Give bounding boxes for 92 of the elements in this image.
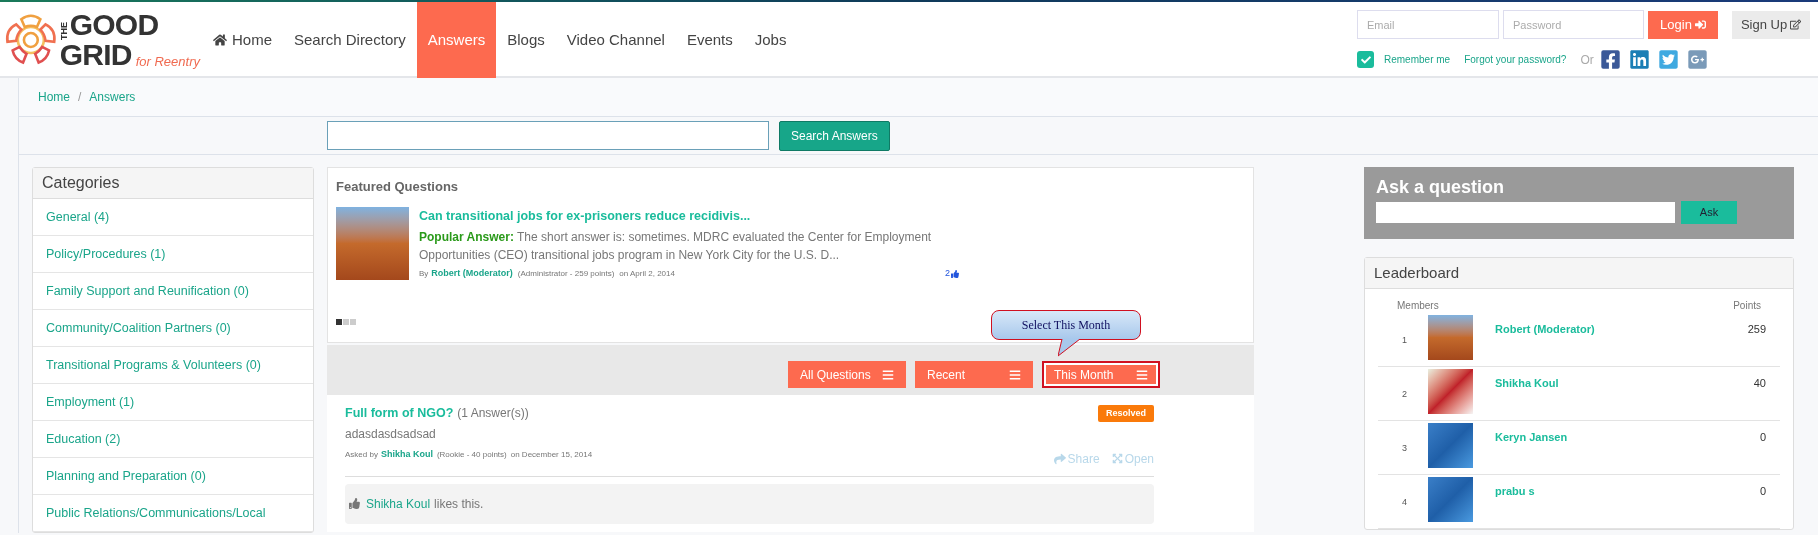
author-role: (Administrator - 259 points) [517, 268, 615, 280]
home-icon [213, 33, 227, 47]
category-link[interactable]: Planning and Preparation (0) [33, 458, 313, 495]
rank-number: 4 [1401, 495, 1408, 509]
check-icon [1360, 54, 1371, 65]
linkedin-icon[interactable] [1628, 49, 1650, 70]
status-badge: Resolved [1097, 404, 1154, 423]
nav-link[interactable]: Search Directory [283, 2, 417, 78]
email-field[interactable]: Email [1357, 10, 1499, 39]
share-icon [1053, 452, 1066, 465]
thumbs-up-icon [951, 270, 959, 278]
nav-link[interactable]: Blogs [496, 2, 556, 78]
members-header: Members [1397, 299, 1439, 313]
nav-link[interactable]: Video Channel [555, 2, 676, 78]
breadcrumb-separator: / [78, 89, 82, 106]
category-link[interactable]: Community/Coalition Partners (0) [33, 310, 313, 347]
author-link[interactable]: Shikha Koul [380, 448, 433, 462]
menu-icon [1136, 368, 1148, 381]
member-points: 0 [1759, 484, 1766, 499]
rank-number: 1 [1401, 333, 1408, 347]
sign-in-icon [1694, 19, 1706, 30]
expand-icon [1111, 453, 1123, 465]
category-link[interactable]: Policy/Procedures (1) [33, 236, 313, 273]
avatar-photo-placeholder [1428, 315, 1473, 360]
twitter-icon[interactable] [1657, 49, 1679, 70]
category-link[interactable]: Employment (1) [33, 384, 313, 421]
avatar-photo-placeholder [1428, 423, 1473, 468]
question-link[interactable]: Can transitional jobs for ex-prisoners reduce recidivis... [419, 206, 959, 226]
member-link[interactable]: Robert (Moderator) [1495, 321, 1595, 366]
ask-field[interactable] [1376, 202, 1675, 223]
edit-icon [1790, 19, 1802, 30]
remember-checkbox[interactable] [1357, 51, 1374, 68]
filter-button[interactable]: Recent [915, 361, 1033, 388]
likes-text: likes this. [434, 495, 484, 513]
like-count: 2 [945, 267, 959, 281]
rank-number: 3 [1401, 441, 1408, 455]
nav-link[interactable]: Events [675, 2, 744, 78]
forgot-password-link[interactable]: Forgot your password? [1464, 52, 1567, 67]
nav-link[interactable]: Answers [416, 2, 497, 78]
breadcrumb-link[interactable]: Home [38, 88, 70, 106]
answer-count: (1 Answer(s)) [457, 405, 529, 423]
categories-title: Categories [33, 168, 313, 199]
remember-label: Remember me [1384, 53, 1451, 67]
breadcrumb-link[interactable]: Answers [89, 88, 136, 106]
or-text: Or [1580, 51, 1594, 69]
password-field[interactable]: Password [1503, 10, 1644, 39]
logo-text: GOOD [69, 10, 159, 40]
nav-link[interactable]: Home [202, 2, 283, 78]
avatar-photo-placeholder [1428, 477, 1473, 522]
facebook-icon[interactable] [1599, 49, 1621, 70]
ask-button[interactable]: Ask [1681, 201, 1737, 224]
login-button[interactable]: Login [1648, 10, 1718, 39]
rank-number: 2 [1401, 387, 1408, 401]
member-points: 259 [1747, 322, 1766, 337]
category-link[interactable]: Education (2) [33, 421, 313, 458]
member-points: 0 [1759, 430, 1766, 445]
nav-link[interactable]: Jobs [743, 2, 798, 78]
liker-link[interactable]: Shikha Koul [366, 494, 431, 513]
post-date: on April 2, 2014 [619, 268, 675, 280]
leaderboard-title: Leaderboard [1365, 258, 1793, 289]
by-text: By [419, 268, 429, 280]
search-button[interactable]: Search Answers [779, 120, 890, 151]
post-date: on December 15, 2014 [510, 448, 593, 461]
member-points: 40 [1753, 376, 1766, 391]
filter-button[interactable]: All Questions [788, 361, 906, 388]
member-link[interactable]: prabu s [1495, 483, 1535, 528]
logo-text: THE [59, 22, 69, 40]
member-link[interactable]: Shikha Koul [1495, 375, 1559, 420]
logo-text: GRID [59, 40, 132, 70]
member-link[interactable]: Keryn Jansen [1495, 429, 1568, 474]
asked-by-text: Asked by [345, 448, 378, 461]
category-link[interactable]: Public Relations/Communications/Local [33, 495, 313, 532]
question-link[interactable]: Full form of NGO? [345, 404, 454, 423]
category-link[interactable]: General (4) [33, 199, 313, 236]
logo-tagline: for Reentry [135, 55, 200, 68]
author-link[interactable]: Robert (Moderator) [431, 267, 513, 281]
answer-text: Popular Answer: The short answer is: sometimes. MDRC evaluated the Center for Employment Opportunities (CEO) transitional jobs program in New York City for the U.S. D... [419, 229, 933, 265]
menu-icon [1009, 368, 1021, 381]
ask-title: Ask a question [1376, 176, 1506, 199]
signup-button[interactable]: Sign Up [1732, 10, 1810, 39]
points-header: Points [1733, 299, 1761, 313]
author-role: (Rookie - 40 points) [436, 448, 507, 461]
category-link[interactable]: Transitional Programs & Volunteers (0) [33, 347, 313, 384]
featured-title: Featured Questions [336, 178, 460, 196]
thumbs-up-icon [349, 498, 360, 510]
avatar-photo-placeholder [1428, 369, 1473, 414]
question-body: adasdasdsadsad [345, 425, 437, 443]
google-icon[interactable] [1686, 49, 1708, 70]
search-field[interactable] [327, 121, 769, 150]
category-link[interactable]: Family Support and Reunification (0) [33, 273, 313, 310]
menu-icon [882, 368, 894, 381]
filter-button[interactable]: This Month [1042, 361, 1160, 388]
